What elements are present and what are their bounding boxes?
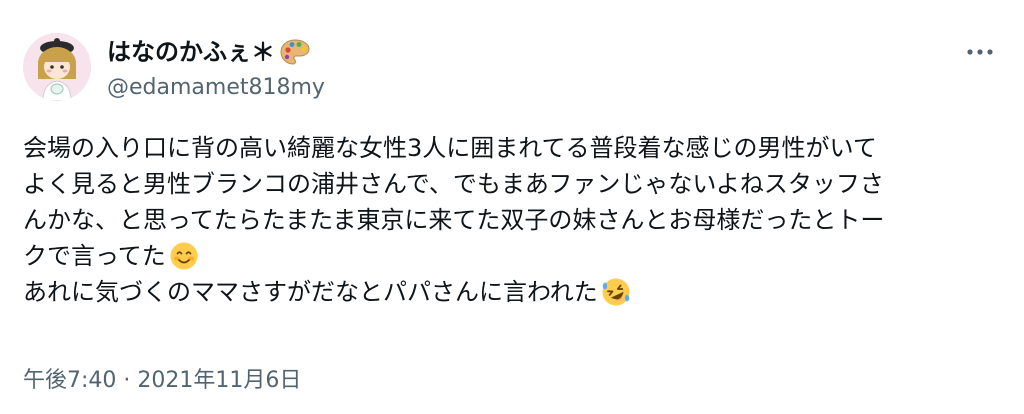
more-options-button[interactable] [962,38,998,66]
more-options-icon [967,49,993,55]
tweet-line-1: 会場の入り口に背の高い綺麗な女性3人に囲まれてる普段着な感じの男性がいて [23,130,1003,166]
tweet-line-3: んかな、と思ってたらたまたま東京に来てた双子の妹さんとお母様だったとトー [23,202,1003,238]
smiling-face-icon [169,241,199,271]
character-avatar-icon [23,33,91,101]
tweet-text-line-2: よく見ると男性ブランコの浦井さんで、でもまあファンじゃないよねスタッフさ [23,170,884,198]
tweet-line-4: クで言ってた [23,238,1003,274]
tweet-line-5: あれに気づくのママさすがだなとパパさんに言われた [23,274,1003,310]
tweet-timestamp[interactable]: 午後7:40 · 2021年11月6日 [23,367,301,395]
tweet-line-2: よく見ると男性ブランコの浦井さんで、でもまあファンじゃないよねスタッフさ [23,166,1003,202]
tweet-text-line-5: あれに気づくのママさすがだなとパパさんに言われた [23,278,598,306]
display-name-text: はなのかふぇ＊ [107,38,275,66]
author-avatar[interactable] [23,33,91,101]
tweet-text-line-1: 会場の入り口に背の高い綺麗な女性3人に囲まれてる普段着な感じの男性がいて [23,134,877,162]
rolling-on-floor-laughing-icon [601,277,631,307]
artist-palette-icon [279,38,311,66]
tweet-text-line-4: クで言ってた [23,242,166,270]
author-handle[interactable]: @edamamet818my [107,74,325,102]
tweet-text-line-3: んかな、と思ってたらたまたま東京に来てた双子の妹さんとお母様だったとトー [23,206,885,234]
tweet-text: 会場の入り口に背の高い綺麗な女性3人に囲まれてる普段着な感じの男性がいて よく見… [23,130,1003,310]
display-name[interactable]: はなのかふぇ＊ [107,37,311,67]
